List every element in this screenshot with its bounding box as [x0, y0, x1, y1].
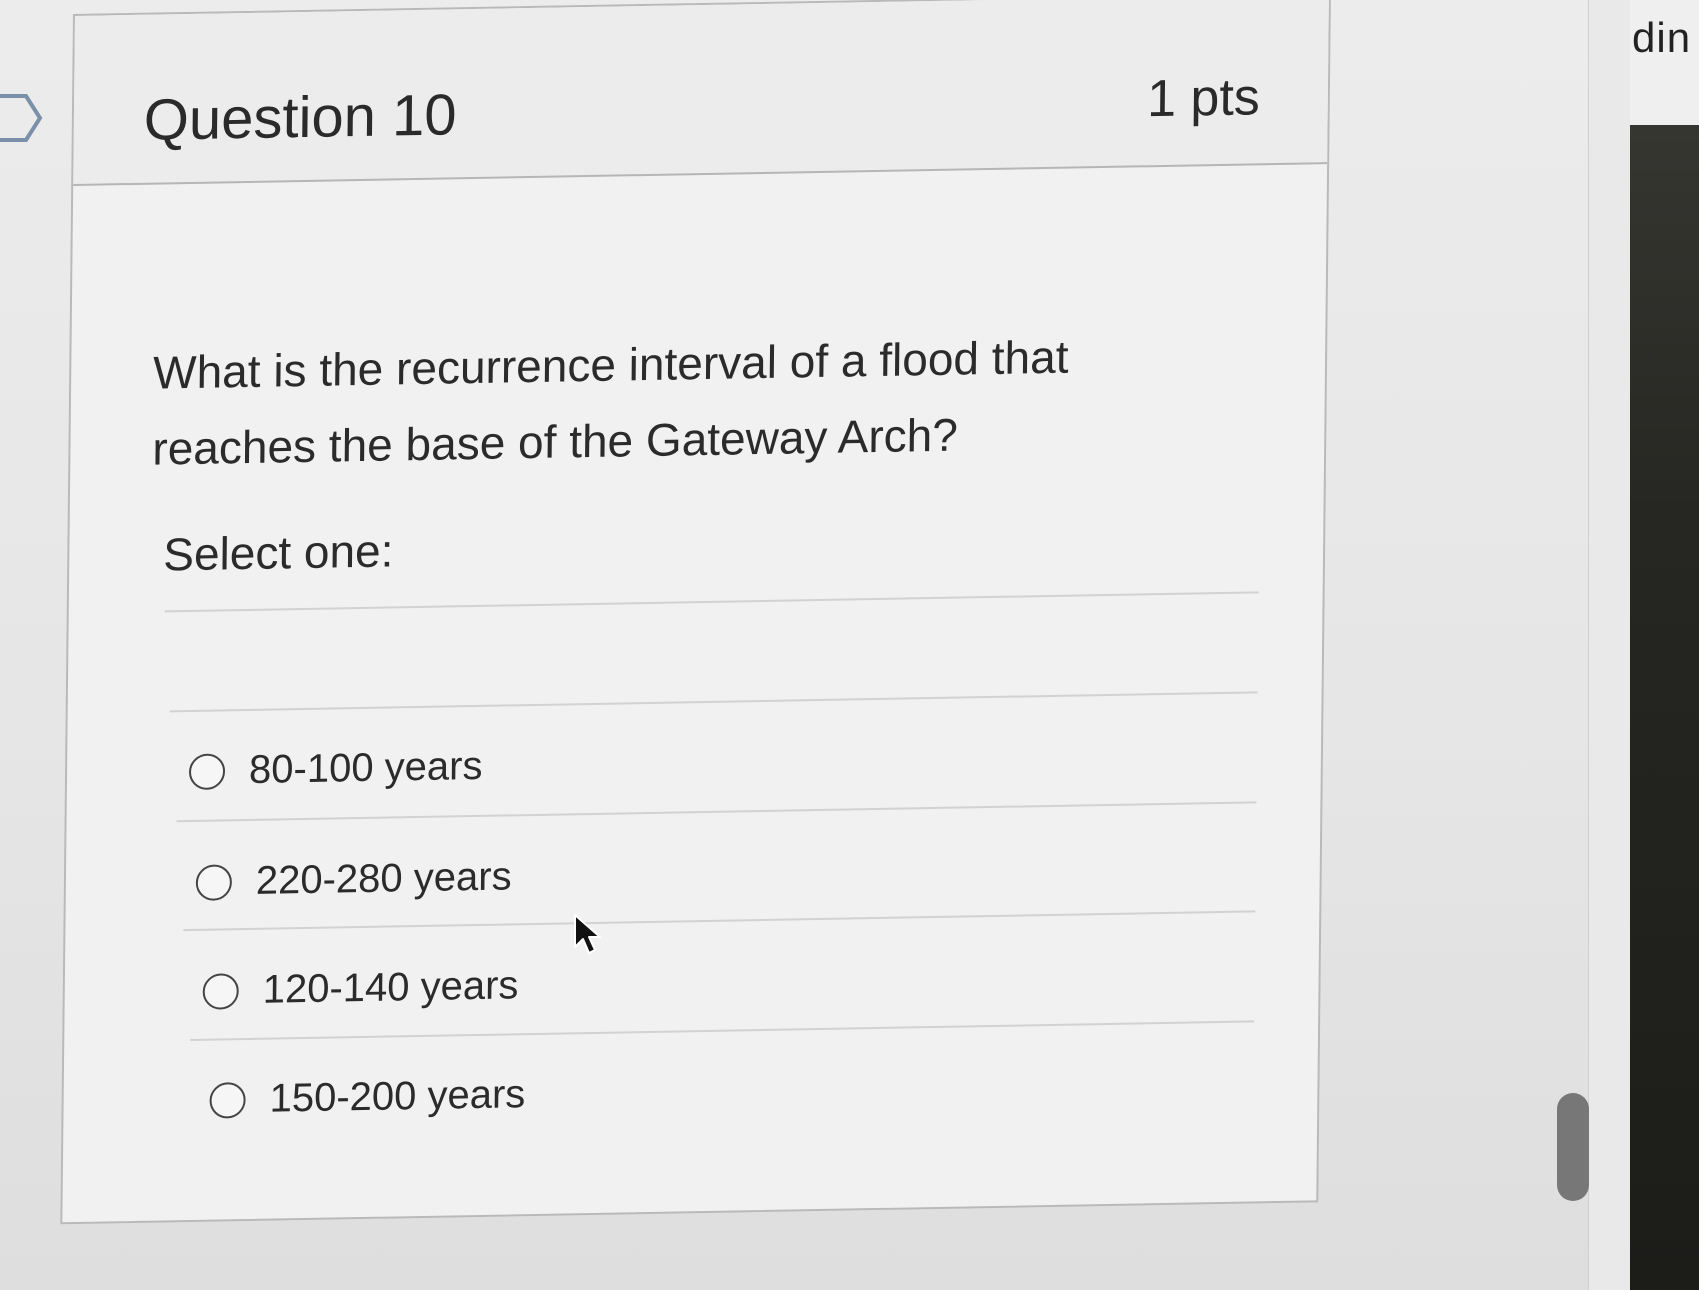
question-nav-flag-icon[interactable]: [0, 92, 44, 144]
radio-button[interactable]: [209, 1081, 246, 1119]
question-points: 1 pts: [1146, 68, 1261, 129]
divider: [183, 910, 1256, 932]
answer-label: 120-140 years: [262, 963, 519, 1012]
question-text: What is the recurrence interval of a flo…: [152, 330, 1069, 475]
answer-option[interactable]: 220-280 years: [195, 854, 512, 905]
question-card: Question 10 1 pts What is the recurrence…: [60, 0, 1331, 1225]
radio-button[interactable]: [188, 752, 226, 790]
divider: [176, 801, 1257, 823]
question-header: Question 10 1 pts: [73, 0, 1329, 187]
mouse-cursor-icon: [574, 914, 601, 954]
answer-label: 80-100 years: [248, 743, 483, 792]
adjacent-window-text: din: [1632, 14, 1692, 61]
radio-button[interactable]: [195, 863, 233, 901]
question-title: Question 10: [143, 82, 457, 153]
select-one-prompt: Select one:: [163, 524, 394, 581]
answer-label: 220-280 years: [255, 854, 512, 903]
answer-option[interactable]: 80-100 years: [188, 743, 483, 794]
radio-button[interactable]: [202, 972, 239, 1010]
answer-option[interactable]: 150-200 years: [209, 1072, 526, 1123]
adjacent-window: [1630, 0, 1699, 1290]
divider: [164, 591, 1259, 613]
divider: [190, 1020, 1255, 1042]
answer-label: 150-200 years: [269, 1072, 526, 1121]
answer-option[interactable]: 120-140 years: [202, 963, 519, 1014]
divider: [169, 691, 1258, 713]
scrollbar-thumb[interactable]: [1557, 1093, 1589, 1201]
scrollbar-track[interactable]: [1588, 0, 1631, 1290]
